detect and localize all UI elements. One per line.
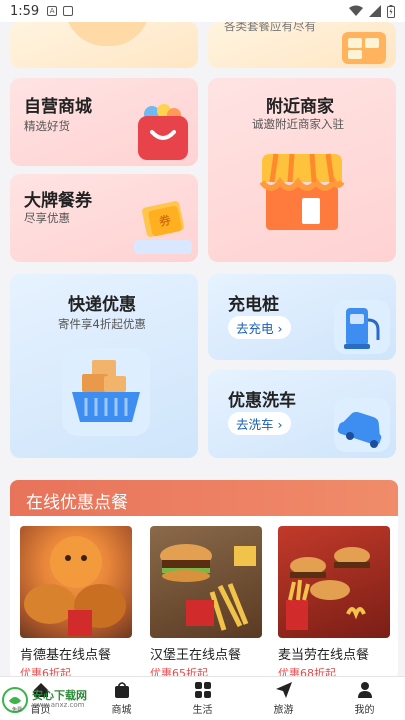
grid-icon [194, 682, 211, 698]
go-charge-label: 去充电 [236, 321, 274, 336]
tab-travel-label: 旅游 [273, 705, 294, 716]
user-icon [357, 682, 372, 698]
charging-card-title: 充电桩 [228, 295, 279, 315]
tab-mall-label: 商城 [111, 705, 132, 716]
restaurant-name: 汉堡王在线点餐 [150, 648, 242, 663]
status-time: 1:59 [10, 3, 40, 19]
car-icon [337, 412, 382, 448]
go-charge-button[interactable]: 去充电 › [228, 316, 291, 339]
mall-card-title: 自营商城 [24, 97, 92, 117]
restaurant-item-mcdonalds[interactable]: 麦当劳在线点餐 优惠68折起 [278, 526, 390, 680]
notification-a-icon: A [47, 6, 58, 16]
tab-life-label: 生活 [192, 705, 213, 716]
food-box-icon [342, 32, 386, 64]
express-image-frame [62, 348, 150, 436]
watermark-url: www.anxz.com [32, 701, 85, 710]
notification-card-icon [63, 6, 74, 16]
chevron-right-icon: › [277, 417, 283, 432]
send-icon [275, 682, 292, 698]
online-ordering-section: 在线优惠点餐 肯德基在线点餐 优惠6折起 汉堡王在线点餐 优惠65折起 麦当劳在… [10, 480, 398, 680]
charging-card[interactable]: 充电桩 去充电 › [208, 274, 396, 360]
chevron-right-icon: › [277, 321, 283, 336]
wifi-icon [349, 5, 363, 16]
express-card-sub: 寄件享4折起优惠 [58, 317, 146, 331]
restaurant-name: 麦当劳在线点餐 [278, 648, 370, 663]
battery-icon [387, 4, 395, 18]
nearby-card-sub: 诚邀附近商家入驻 [252, 117, 344, 131]
express-card-title: 快递优惠 [68, 295, 136, 315]
top-right-card[interactable]: 各类套餐应有尽有 [208, 22, 396, 68]
tab-mine-label: 我的 [354, 705, 375, 716]
status-bar: 1:59 A [0, 0, 405, 22]
brand-coupon-card-title: 大牌餐券 [24, 191, 92, 211]
mall-card-sub: 精选好货 [24, 119, 70, 133]
go-wash-button[interactable]: 去洗车 › [228, 412, 291, 435]
bag-icon [114, 682, 129, 698]
go-wash-label: 去洗车 [236, 417, 274, 432]
tab-mine[interactable]: 我的 [324, 677, 405, 720]
signal-icon [369, 5, 381, 17]
mcdonalds-food-image [278, 526, 390, 638]
top-left-card[interactable] [10, 22, 198, 68]
store-icon [259, 153, 345, 230]
shopping-bag-icon [138, 104, 188, 160]
watermark: 安心下载网 www.anxz.com 免费 [2, 684, 102, 716]
parcel-basket-icon [72, 360, 140, 422]
burger-king-food-image [150, 526, 262, 638]
car-image-frame [334, 398, 390, 452]
top-right-card-sub: 各类套餐应有尽有 [224, 22, 316, 33]
nearby-card-title: 附近商家 [266, 97, 334, 117]
tab-life[interactable]: 生活 [162, 677, 243, 720]
kfc-food-image [20, 526, 132, 638]
car-wash-card[interactable]: 优惠洗车 去洗车 › [208, 370, 396, 458]
section-title: 在线优惠点餐 [10, 480, 398, 516]
mall-card[interactable]: 自营商城 精选好货 [10, 78, 198, 166]
watermark-badge: 免费 [12, 707, 23, 713]
restaurant-item-burger-king[interactable]: 汉堡王在线点餐 优惠65折起 [150, 526, 262, 680]
top-left-card-image [65, 22, 150, 46]
charger-image-frame [334, 300, 390, 354]
coupon-badge: 券 [147, 205, 183, 237]
restaurant-name: 肯德基在线点餐 [20, 648, 112, 663]
brand-coupon-card[interactable]: 大牌餐券 尽享优惠 券 [10, 174, 198, 262]
tab-travel[interactable]: 旅游 [243, 677, 324, 720]
nearby-card[interactable]: 附近商家 诚邀附近商家入驻 [208, 78, 396, 262]
brand-coupon-card-sub: 尽享优惠 [24, 211, 70, 225]
restaurant-item-kfc[interactable]: 肯德基在线点餐 优惠6折起 [20, 526, 132, 680]
express-card[interactable]: 快递优惠 寄件享4折起优惠 [10, 274, 198, 458]
charger-icon [344, 308, 380, 349]
car-wash-card-title: 优惠洗车 [228, 391, 296, 411]
coupon-icon: 券 [126, 196, 192, 258]
